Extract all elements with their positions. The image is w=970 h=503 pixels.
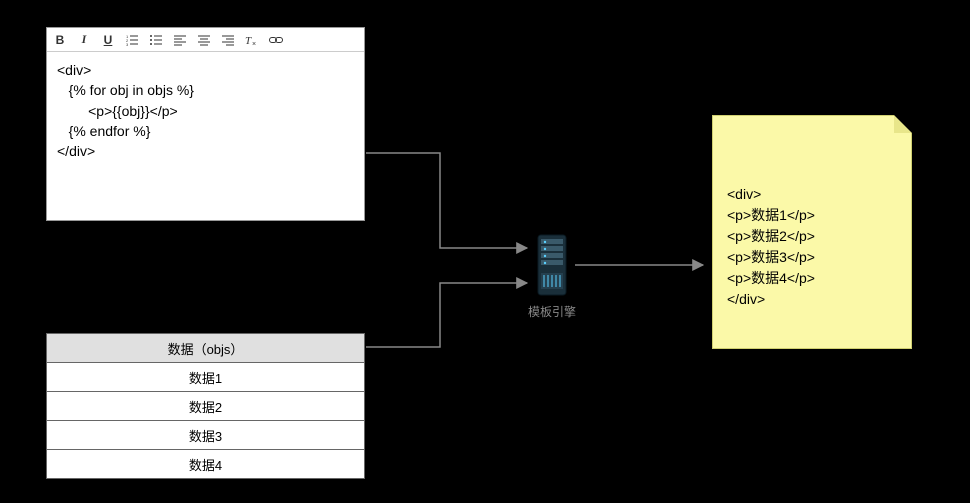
bold-icon[interactable]: B <box>53 33 67 47</box>
svg-text:×: × <box>252 41 256 46</box>
align-center-icon[interactable] <box>197 34 211 46</box>
data-table: 数据（objs） 数据1 数据2 数据3 数据4 <box>46 333 365 479</box>
template-code: <div> {% for obj in objs %} <p>{{obj}}</… <box>47 52 364 169</box>
table-row: 数据2 <box>47 392 364 421</box>
ordered-list-icon[interactable]: 123 <box>125 34 139 46</box>
table-row: 数据1 <box>47 363 364 392</box>
align-right-icon[interactable] <box>221 34 235 46</box>
editor-toolbar: B I U 123 T× <box>47 28 364 52</box>
italic-icon[interactable]: I <box>77 32 91 47</box>
table-row: 数据3 <box>47 421 364 450</box>
align-left-icon[interactable] <box>173 34 187 46</box>
output-note: <div> <p>数据1</p> <p>数据2</p> <p>数据3</p> <… <box>712 115 912 349</box>
table-row: 数据4 <box>47 450 364 479</box>
svg-text:T: T <box>245 35 252 46</box>
clear-format-icon[interactable]: T× <box>245 34 259 46</box>
link-icon[interactable] <box>269 35 283 45</box>
svg-text:3: 3 <box>126 42 129 46</box>
underline-icon[interactable]: U <box>101 33 115 47</box>
server-icon <box>535 233 569 297</box>
output-code: <div> <p>数据1</p> <p>数据2</p> <p>数据3</p> <… <box>727 184 815 310</box>
table-header: 数据（objs） <box>47 334 364 363</box>
note-fold-icon <box>894 115 912 133</box>
engine-label: 模板引擎 <box>500 303 604 320</box>
arrow-template-to-engine <box>366 153 527 248</box>
template-editor: B I U 123 T× <div> {% for obj in objs %}… <box>46 27 365 221</box>
unordered-list-icon[interactable] <box>149 34 163 46</box>
